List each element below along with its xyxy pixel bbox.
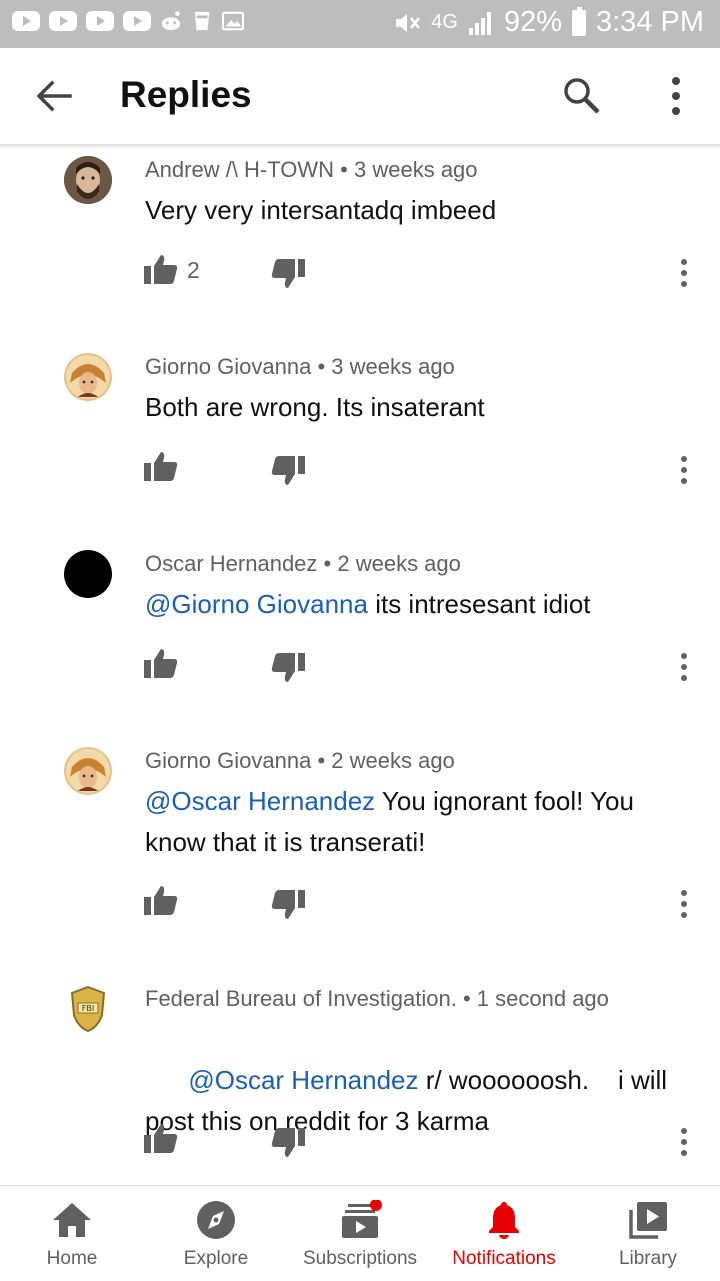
network-type: 4G [431,11,458,33]
cup-notification-icon [194,11,210,31]
reply-text: Both are wrong. Its insaterant [145,387,685,428]
app-bar: Replies [0,48,720,145]
reply-item: Oscar Hernandez • 2 weeks ago @Giorno Gi… [0,539,720,736]
thumbs-down-icon[interactable] [271,889,305,921]
reply-item: FBI Federal Bureau of Investigation. • 1… [0,974,720,1185]
mute-vibrate-icon [396,13,421,32]
home-icon [53,1203,91,1237]
nav-label: Notifications [452,1248,556,1269]
arrow-back-icon[interactable] [32,74,76,118]
nav-home[interactable]: Home [0,1186,144,1281]
reply-body: its intresesant idiot [367,589,591,619]
more-vert-icon[interactable] [676,1127,692,1157]
reply-item: Andrew /\ H-TOWN • 3 weeks ago Very very… [0,145,720,342]
thumbs-up-icon[interactable] [144,884,178,916]
thumbs-up-icon[interactable] [144,450,178,482]
bell-icon [489,1202,519,1239]
separator: • [311,354,332,379]
youtube-notification-icon [49,11,77,31]
author-name[interactable]: Andrew /\ H-TOWN [145,157,334,182]
separator: • [334,157,354,182]
nav-label: Subscriptions [302,1248,418,1269]
nav-label: Library [618,1248,678,1269]
youtube-notification-icon [12,11,40,31]
subscriptions-icon [342,1200,382,1238]
timestamp: 3 weeks ago [331,354,455,379]
library-icon [629,1202,667,1239]
like-count: 2 [187,257,200,283]
svg-text:FBI: FBI [82,1004,94,1013]
reply-meta: Federal Bureau of Investigation. • 1 sec… [145,986,609,1012]
separator: • [317,551,338,576]
reply-body: Very very intersantadq imbeed [145,195,497,225]
nav-explore[interactable]: Explore [144,1186,288,1281]
reply-meta: Giorno Giovanna • 2 weeks ago [145,748,455,774]
reddit-notification-icon [161,11,181,31]
avatar[interactable] [64,156,112,204]
nav-label: Home [46,1248,98,1269]
author-name[interactable]: Federal Bureau of Investigation. [145,986,457,1011]
thumbs-up-icon[interactable] [144,253,178,285]
thumbs-down-icon[interactable] [271,652,305,684]
thumbs-down-icon[interactable] [271,455,305,487]
avatar[interactable] [64,550,112,598]
reply-meta: Andrew /\ H-TOWN • 3 weeks ago [145,157,478,183]
more-vert-icon[interactable] [676,455,692,485]
author-name[interactable]: Giorno Giovanna [145,354,311,379]
reply-text: @Oscar Hernandez r/ woooooosh. i will po… [145,1019,685,1183]
thumbs-down-icon[interactable] [271,1127,305,1159]
reply-meta: Giorno Giovanna • 3 weeks ago [145,354,455,380]
notification-icons [12,10,244,32]
reply-text: Very very intersantadq imbeed [145,190,685,231]
nav-label: Explore [183,1248,249,1269]
youtube-notification-icon [86,11,114,31]
author-name[interactable]: Giorno Giovanna [145,748,311,773]
avatar[interactable] [64,353,112,401]
compass-icon [197,1201,235,1239]
timestamp: 1 second ago [476,986,609,1011]
reply-body: Both are wrong. Its insaterant [145,392,485,422]
reply-text: @Giorno Giovanna its intresesant idiot [145,584,685,625]
avatar[interactable] [64,747,112,795]
separator: • [311,748,332,773]
timestamp: 3 weeks ago [354,157,478,182]
search-icon[interactable] [560,74,604,118]
reply-text: @Oscar Hernandez You ignorant fool! You … [145,781,685,863]
nav-notifications[interactable]: Notifications [432,1186,576,1281]
thumbs-up-icon[interactable] [144,1122,178,1154]
reply-item: Giorno Giovanna • 3 weeks ago Both are w… [0,342,720,539]
avatar[interactable]: FBI [64,985,112,1033]
page-title: Replies [120,74,252,115]
more-vert-icon[interactable] [656,74,696,118]
thumbs-up-icon[interactable] [144,647,178,679]
reply-item: Giorno Giovanna • 2 weeks ago @Oscar Her… [0,736,720,974]
clock: 3:34 PM [596,6,704,38]
mention-link[interactable]: @Giorno Giovanna [145,589,368,619]
mention-link[interactable]: @Oscar Hernandez [145,786,375,816]
mention-link[interactable]: @Oscar Hernandez [188,1065,418,1095]
battery-percent: 92% [503,6,562,38]
more-vert-icon[interactable] [676,258,692,288]
replies-list: Andrew /\ H-TOWN • 3 weeks ago Very very… [0,145,720,1185]
nav-subscriptions[interactable]: Subscriptions [288,1186,432,1281]
more-vert-icon[interactable] [676,889,692,919]
image-notification-icon [222,11,244,31]
timestamp: 2 weeks ago [331,748,455,773]
status-bar: 4G 92% 3:34 PM [0,0,720,48]
youtube-notification-icon [123,11,151,31]
thumbs-down-icon[interactable] [271,258,305,290]
system-status: 4G 92% 3:34 PM [393,6,704,39]
reply-meta: Oscar Hernandez • 2 weeks ago [145,551,461,577]
timestamp: 2 weeks ago [337,551,461,576]
battery-icon [572,6,586,36]
author-name[interactable]: Oscar Hernandez [145,551,317,576]
more-vert-icon[interactable] [676,652,692,682]
nav-library[interactable]: Library [576,1186,720,1281]
separator: • [456,986,477,1011]
bottom-navigation: Home Explore Subscriptions Notifications… [0,1185,720,1281]
signal-icon [468,11,491,35]
